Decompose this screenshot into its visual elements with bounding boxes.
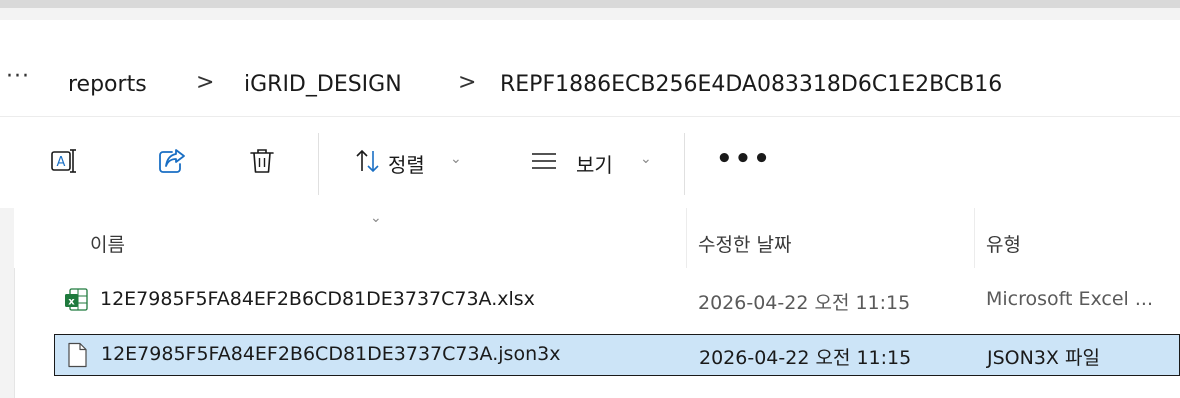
column-header-date[interactable]: 수정한 날짜 [698, 230, 791, 257]
sort-chevron-down-icon[interactable]: ⌄ [450, 151, 462, 167]
svg-text:x: x [68, 297, 75, 308]
trash-icon[interactable] [246, 145, 278, 177]
sort-button-label[interactable]: 정렬 [388, 149, 425, 178]
view-icon[interactable] [528, 145, 560, 177]
file-modified-date: 2026-04-22 오전 11:15 [698, 292, 911, 314]
breadcrumb-item-igrid-design[interactable]: iGRID_DESIGN [244, 72, 402, 97]
rename-icon[interactable]: A [48, 145, 80, 177]
file-name[interactable]: 12E7985F5FA84EF2B6CD81DE3737C73A.json3x [101, 343, 560, 365]
command-bar: A 정렬 ⌄ 보기 ⌄ ••• [0, 116, 1180, 209]
column-divider[interactable] [686, 208, 687, 268]
sort-indicator-chevron-icon: ⌄ [370, 210, 382, 226]
breadcrumb-item-current-folder[interactable]: REPF1886ECB256E4DA083318D6C1E2BCB16 [500, 72, 1002, 97]
sort-icon[interactable] [352, 145, 384, 177]
column-header-type[interactable]: 유형 [986, 230, 1021, 257]
view-chevron-down-icon[interactable]: ⌄ [640, 151, 652, 167]
column-header-name[interactable]: 이름 [90, 230, 125, 257]
window-top-band [0, 0, 1180, 20]
breadcrumb-item-reports[interactable]: reports [68, 72, 147, 97]
file-type: JSON3X 파일 [987, 347, 1100, 369]
view-button-label[interactable]: 보기 [576, 149, 613, 178]
breadcrumb-separator[interactable]: > [458, 70, 476, 95]
navigation-pane-edge [0, 208, 15, 398]
more-options-button[interactable]: ••• [716, 144, 772, 174]
window-top-band-inner [0, 8, 1180, 20]
excel-file-icon: x [65, 288, 88, 311]
file-row-selected[interactable]: 12E7985F5FA84EF2B6CD81DE3737C73A.json3x … [54, 334, 1180, 376]
svg-text:A: A [57, 155, 66, 170]
toolbar-divider [684, 133, 685, 195]
column-header-row: ⌄ 이름 수정한 날짜 유형 [14, 208, 1180, 268]
file-type: Microsoft Excel ... [986, 288, 1153, 310]
file-row[interactable]: x 12E7985F5FA84EF2B6CD81DE3737C73A.xlsx … [54, 280, 1180, 322]
breadcrumb: ··· reports > iGRID_DESIGN > REPF1886ECB… [0, 20, 1180, 116]
toolbar-divider [318, 133, 319, 195]
breadcrumb-separator[interactable]: > [196, 70, 214, 95]
breadcrumb-overflow-button[interactable]: ··· [6, 64, 30, 89]
column-divider[interactable] [974, 208, 975, 268]
file-modified-date: 2026-04-22 오전 11:15 [699, 347, 912, 369]
generic-file-icon [68, 342, 87, 368]
share-icon[interactable] [156, 145, 188, 177]
file-name[interactable]: 12E7985F5FA84EF2B6CD81DE3737C73A.xlsx [100, 288, 535, 310]
